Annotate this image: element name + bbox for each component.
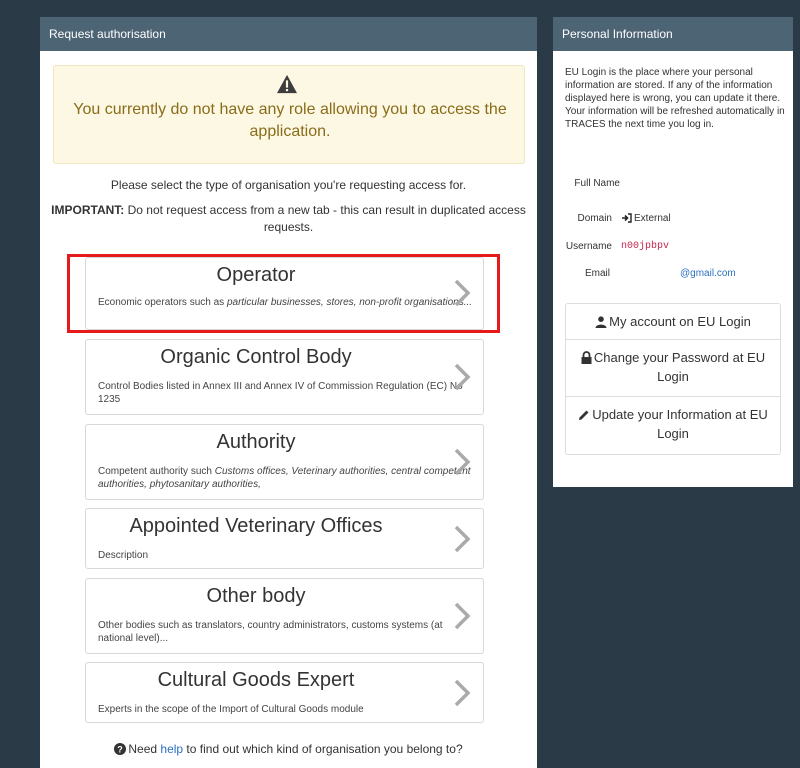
org-card-authority[interactable]: Authority Competent authority such Custo… bbox=[85, 424, 484, 500]
domain-value: External bbox=[634, 213, 671, 224]
username-value: n00jpbpv bbox=[621, 241, 670, 252]
card-description: Other bodies such as translators, countr… bbox=[98, 620, 443, 644]
email-value: @gmail.com bbox=[680, 268, 736, 279]
chevron-right-icon bbox=[454, 679, 471, 707]
card-title: Other body bbox=[206, 585, 306, 607]
card-title: Operator bbox=[216, 264, 296, 286]
card-description: Competent authority such Customs offices… bbox=[98, 466, 471, 490]
domain-label: Domain bbox=[577, 213, 612, 224]
username-label: Username bbox=[565, 241, 612, 252]
svg-text:?: ? bbox=[118, 745, 124, 755]
change-password-button[interactable]: Change your Password at EU Login bbox=[566, 340, 780, 397]
org-card-operator[interactable]: Operator Economic operators such as part… bbox=[85, 257, 484, 330]
warning-icon bbox=[277, 74, 297, 94]
chevron-right-icon bbox=[454, 363, 471, 391]
intro-text: Please select the type of organisation y… bbox=[51, 178, 526, 234]
request-authorisation-panel: Request authorisation You currently do n… bbox=[40, 17, 537, 768]
email-label: Email bbox=[584, 268, 610, 279]
help-line: ? Need help to find out which kind of or… bbox=[40, 742, 537, 756]
card-title: Organic Control Body bbox=[160, 346, 352, 368]
info-text: EU Login is the place where your persona… bbox=[565, 67, 785, 130]
chevron-right-icon bbox=[454, 525, 471, 553]
card-title: Cultural Goods Expert bbox=[157, 669, 355, 691]
pencil-icon bbox=[579, 410, 589, 420]
full-name-row: Full Name bbox=[553, 177, 793, 207]
card-description: Description bbox=[98, 550, 149, 561]
panel-title: Request authorisation bbox=[40, 17, 537, 51]
org-card-organic-control-body[interactable]: Organic Control Body Control Bodies list… bbox=[85, 339, 484, 415]
full-name-label: Full Name bbox=[574, 178, 620, 189]
panel-title: Personal Information bbox=[553, 17, 793, 51]
card-title: Appointed Veterinary Offices bbox=[129, 515, 383, 537]
warning-text: You currently do not have any role allow… bbox=[73, 101, 507, 140]
org-card-appointed-veterinary-offices[interactable]: Appointed Veterinary Offices Description bbox=[85, 508, 484, 569]
eu-login-actions: My account on EU Login Change your Passw… bbox=[565, 303, 781, 455]
chevron-right-icon bbox=[454, 279, 471, 307]
my-account-button[interactable]: My account on EU Login bbox=[566, 304, 780, 340]
sign-in-icon bbox=[622, 213, 632, 223]
important-text: Do not request access from a new tab - t… bbox=[124, 203, 526, 234]
org-card-cultural-goods-expert[interactable]: Cultural Goods Expert Experts in the sco… bbox=[85, 662, 484, 723]
personal-information-panel: Personal Information EU Login is the pla… bbox=[553, 17, 793, 487]
user-icon bbox=[595, 316, 607, 328]
important-label: IMPORTANT: bbox=[51, 203, 125, 217]
chevron-right-icon bbox=[454, 602, 471, 630]
lock-icon bbox=[581, 351, 592, 364]
org-card-other-body[interactable]: Other body Other bodies such as translat… bbox=[85, 578, 484, 654]
help-link[interactable]: help bbox=[160, 742, 183, 756]
update-information-button[interactable]: Update your Information at EU Login bbox=[566, 397, 780, 455]
question-circle-icon: ? bbox=[114, 743, 127, 755]
warning-alert: You currently do not have any role allow… bbox=[53, 65, 525, 164]
card-description: Economic operators such as particular bu… bbox=[98, 297, 473, 308]
card-description: Experts in the scope of the Import of Cu… bbox=[98, 704, 364, 715]
chevron-right-icon bbox=[454, 448, 471, 476]
card-description: Control Bodies listed in Annex III and A… bbox=[98, 381, 463, 405]
card-title: Authority bbox=[216, 431, 296, 453]
